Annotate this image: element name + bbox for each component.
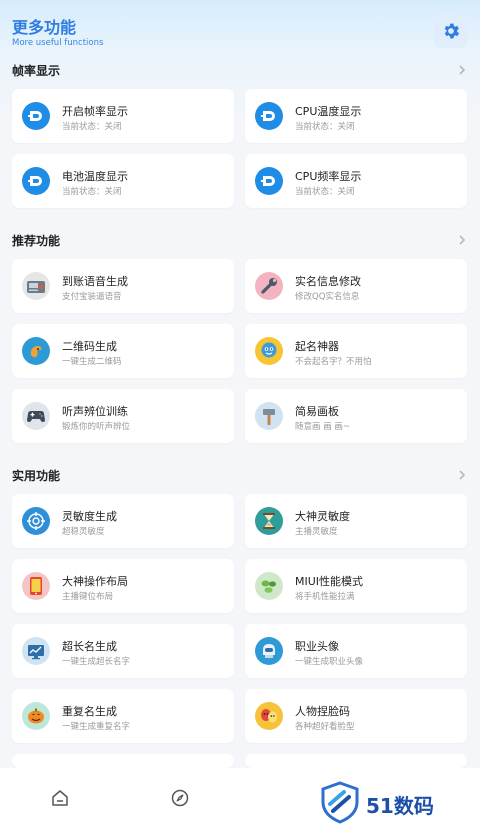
watermark-logo: 51数码 bbox=[318, 778, 458, 826]
card-subtitle: 一键生成二维码 bbox=[62, 357, 122, 367]
card-title: 听声辨位训练 bbox=[62, 405, 128, 418]
card-subtitle: 不会起名字？不用怕 bbox=[295, 357, 372, 367]
shield-icon bbox=[321, 781, 359, 824]
card-qrcode[interactable]: 二维码生成 一键生成二维码 bbox=[12, 324, 234, 378]
card-title: 职业头像 bbox=[295, 640, 339, 653]
card-subtitle: 超稳灵敏度 bbox=[62, 527, 105, 537]
pumpkin-icon bbox=[22, 702, 50, 730]
dash-icon bbox=[22, 167, 50, 195]
home-icon[interactable] bbox=[50, 788, 70, 808]
masks-icon bbox=[255, 702, 283, 730]
card-title: 起名神器 bbox=[295, 340, 339, 353]
chevron-right-icon[interactable] bbox=[456, 469, 468, 481]
card-title: 到账语音生成 bbox=[62, 275, 128, 288]
card-drawing[interactable]: 简易画板 随意画 画 画~ bbox=[245, 389, 467, 443]
section-title-practical: 实用功能 bbox=[12, 469, 61, 483]
card-avatar[interactable]: 职业头像 一键生成职业头像 bbox=[245, 624, 467, 678]
card-subtitle: 随意画 画 画~ bbox=[295, 422, 351, 432]
card-subtitle: 锻炼你的听声辨位 bbox=[62, 422, 131, 432]
card-title: 二维码生成 bbox=[62, 340, 117, 353]
card-realname[interactable]: 实名信息修改 修改QQ实名信息 bbox=[245, 259, 467, 313]
gamepad-icon bbox=[22, 402, 50, 430]
card-title: 灵敏度生成 bbox=[62, 510, 117, 523]
card-layout[interactable]: 大神操作布局 主播键位布局 bbox=[12, 559, 234, 613]
card-miui[interactable]: MIUI性能模式 将手机性能拉满 bbox=[245, 559, 467, 613]
card-frame-rate[interactable]: 开启帧率显示 当前状态：关闭 bbox=[12, 89, 234, 143]
gear-icon bbox=[444, 23, 460, 39]
card-subtitle: 当前状态：关闭 bbox=[295, 187, 355, 197]
card-title: 大神灵敏度 bbox=[295, 510, 350, 523]
card-title: 简易画板 bbox=[295, 405, 339, 418]
card-battery-temp[interactable]: 电池温度显示 当前状态：关闭 bbox=[12, 154, 234, 208]
card-subtitle: 支付宝装逼语音 bbox=[62, 292, 122, 302]
radio-icon bbox=[22, 272, 50, 300]
settings-button[interactable] bbox=[434, 14, 468, 48]
card-voice[interactable]: 到账语音生成 支付宝装逼语音 bbox=[12, 259, 234, 313]
card-cpu-temp[interactable]: CPU温度显示 当前状态：关闭 bbox=[245, 89, 467, 143]
card-subtitle: 一键生成职业头像 bbox=[295, 657, 364, 667]
card-partial bbox=[12, 754, 234, 768]
chevron-right-icon[interactable] bbox=[456, 64, 468, 76]
card-master-sens[interactable]: 大神灵敏度 主播灵敏度 bbox=[245, 494, 467, 548]
card-title: 开启帧率显示 bbox=[62, 105, 128, 118]
card-title: 重复名生成 bbox=[62, 705, 117, 718]
page-subtitle: More useful functions bbox=[12, 38, 104, 48]
monitor-icon bbox=[22, 637, 50, 665]
card-subtitle: 当前状态：关闭 bbox=[62, 187, 122, 197]
card-longname[interactable]: 超长名生成 一键生成超长名字 bbox=[12, 624, 234, 678]
wrench-icon bbox=[255, 272, 283, 300]
card-subtitle: 各种超好看脸型 bbox=[295, 722, 355, 732]
section-title-frame: 帧率显示 bbox=[12, 64, 61, 78]
card-title: 实名信息修改 bbox=[295, 275, 361, 288]
card-subtitle: 一键生成重复名字 bbox=[62, 722, 131, 732]
card-subtitle: 主播灵敏度 bbox=[295, 527, 338, 537]
leaf-icon bbox=[255, 572, 283, 600]
card-face[interactable]: 人物捏脸码 各种超好看脸型 bbox=[245, 689, 467, 743]
card-title: 大神操作布局 bbox=[62, 575, 128, 588]
chevron-right-icon[interactable] bbox=[456, 234, 468, 246]
dash-icon bbox=[22, 102, 50, 130]
watermark-text: 51数码 bbox=[366, 794, 434, 818]
page-title: 更多功能 bbox=[12, 18, 77, 37]
card-title: 人物捏脸码 bbox=[295, 705, 350, 718]
card-title: 超长名生成 bbox=[62, 640, 117, 653]
card-subtitle: 修改QQ实名信息 bbox=[295, 292, 360, 302]
robot-icon bbox=[255, 637, 283, 665]
section-title-recommend: 推荐功能 bbox=[12, 234, 61, 248]
header: 更多功能 More useful functions bbox=[0, 0, 480, 60]
card-subtitle: 一键生成超长名字 bbox=[62, 657, 131, 667]
tablet-icon bbox=[22, 572, 50, 600]
compass-icon[interactable] bbox=[170, 788, 190, 808]
card-partial bbox=[245, 754, 467, 768]
card-title: CPU温度显示 bbox=[295, 105, 362, 118]
card-dupname[interactable]: 重复名生成 一键生成重复名字 bbox=[12, 689, 234, 743]
dash-icon bbox=[255, 167, 283, 195]
qrcode-icon bbox=[22, 337, 50, 365]
card-sound[interactable]: 听声辨位训练 锻炼你的听声辨位 bbox=[12, 389, 234, 443]
hammer-icon bbox=[255, 402, 283, 430]
card-title: MIUI性能模式 bbox=[295, 575, 364, 588]
card-subtitle: 当前状态：关闭 bbox=[62, 122, 122, 132]
card-cpu-freq[interactable]: CPU频率显示 当前状态：关闭 bbox=[245, 154, 467, 208]
hourglass-icon bbox=[255, 507, 283, 535]
card-subtitle: 当前状态：关闭 bbox=[295, 122, 355, 132]
card-subtitle: 主播键位布局 bbox=[62, 592, 114, 602]
card-sensitivity[interactable]: 灵敏度生成 超稳灵敏度 bbox=[12, 494, 234, 548]
dash-icon bbox=[255, 102, 283, 130]
mascot-icon bbox=[255, 337, 283, 365]
card-title: CPU频率显示 bbox=[295, 170, 362, 183]
card-title: 电池温度显示 bbox=[62, 170, 128, 183]
target-icon bbox=[22, 507, 50, 535]
card-subtitle: 将手机性能拉满 bbox=[295, 592, 355, 602]
card-naming[interactable]: 起名神器 不会起名字？不用怕 bbox=[245, 324, 467, 378]
